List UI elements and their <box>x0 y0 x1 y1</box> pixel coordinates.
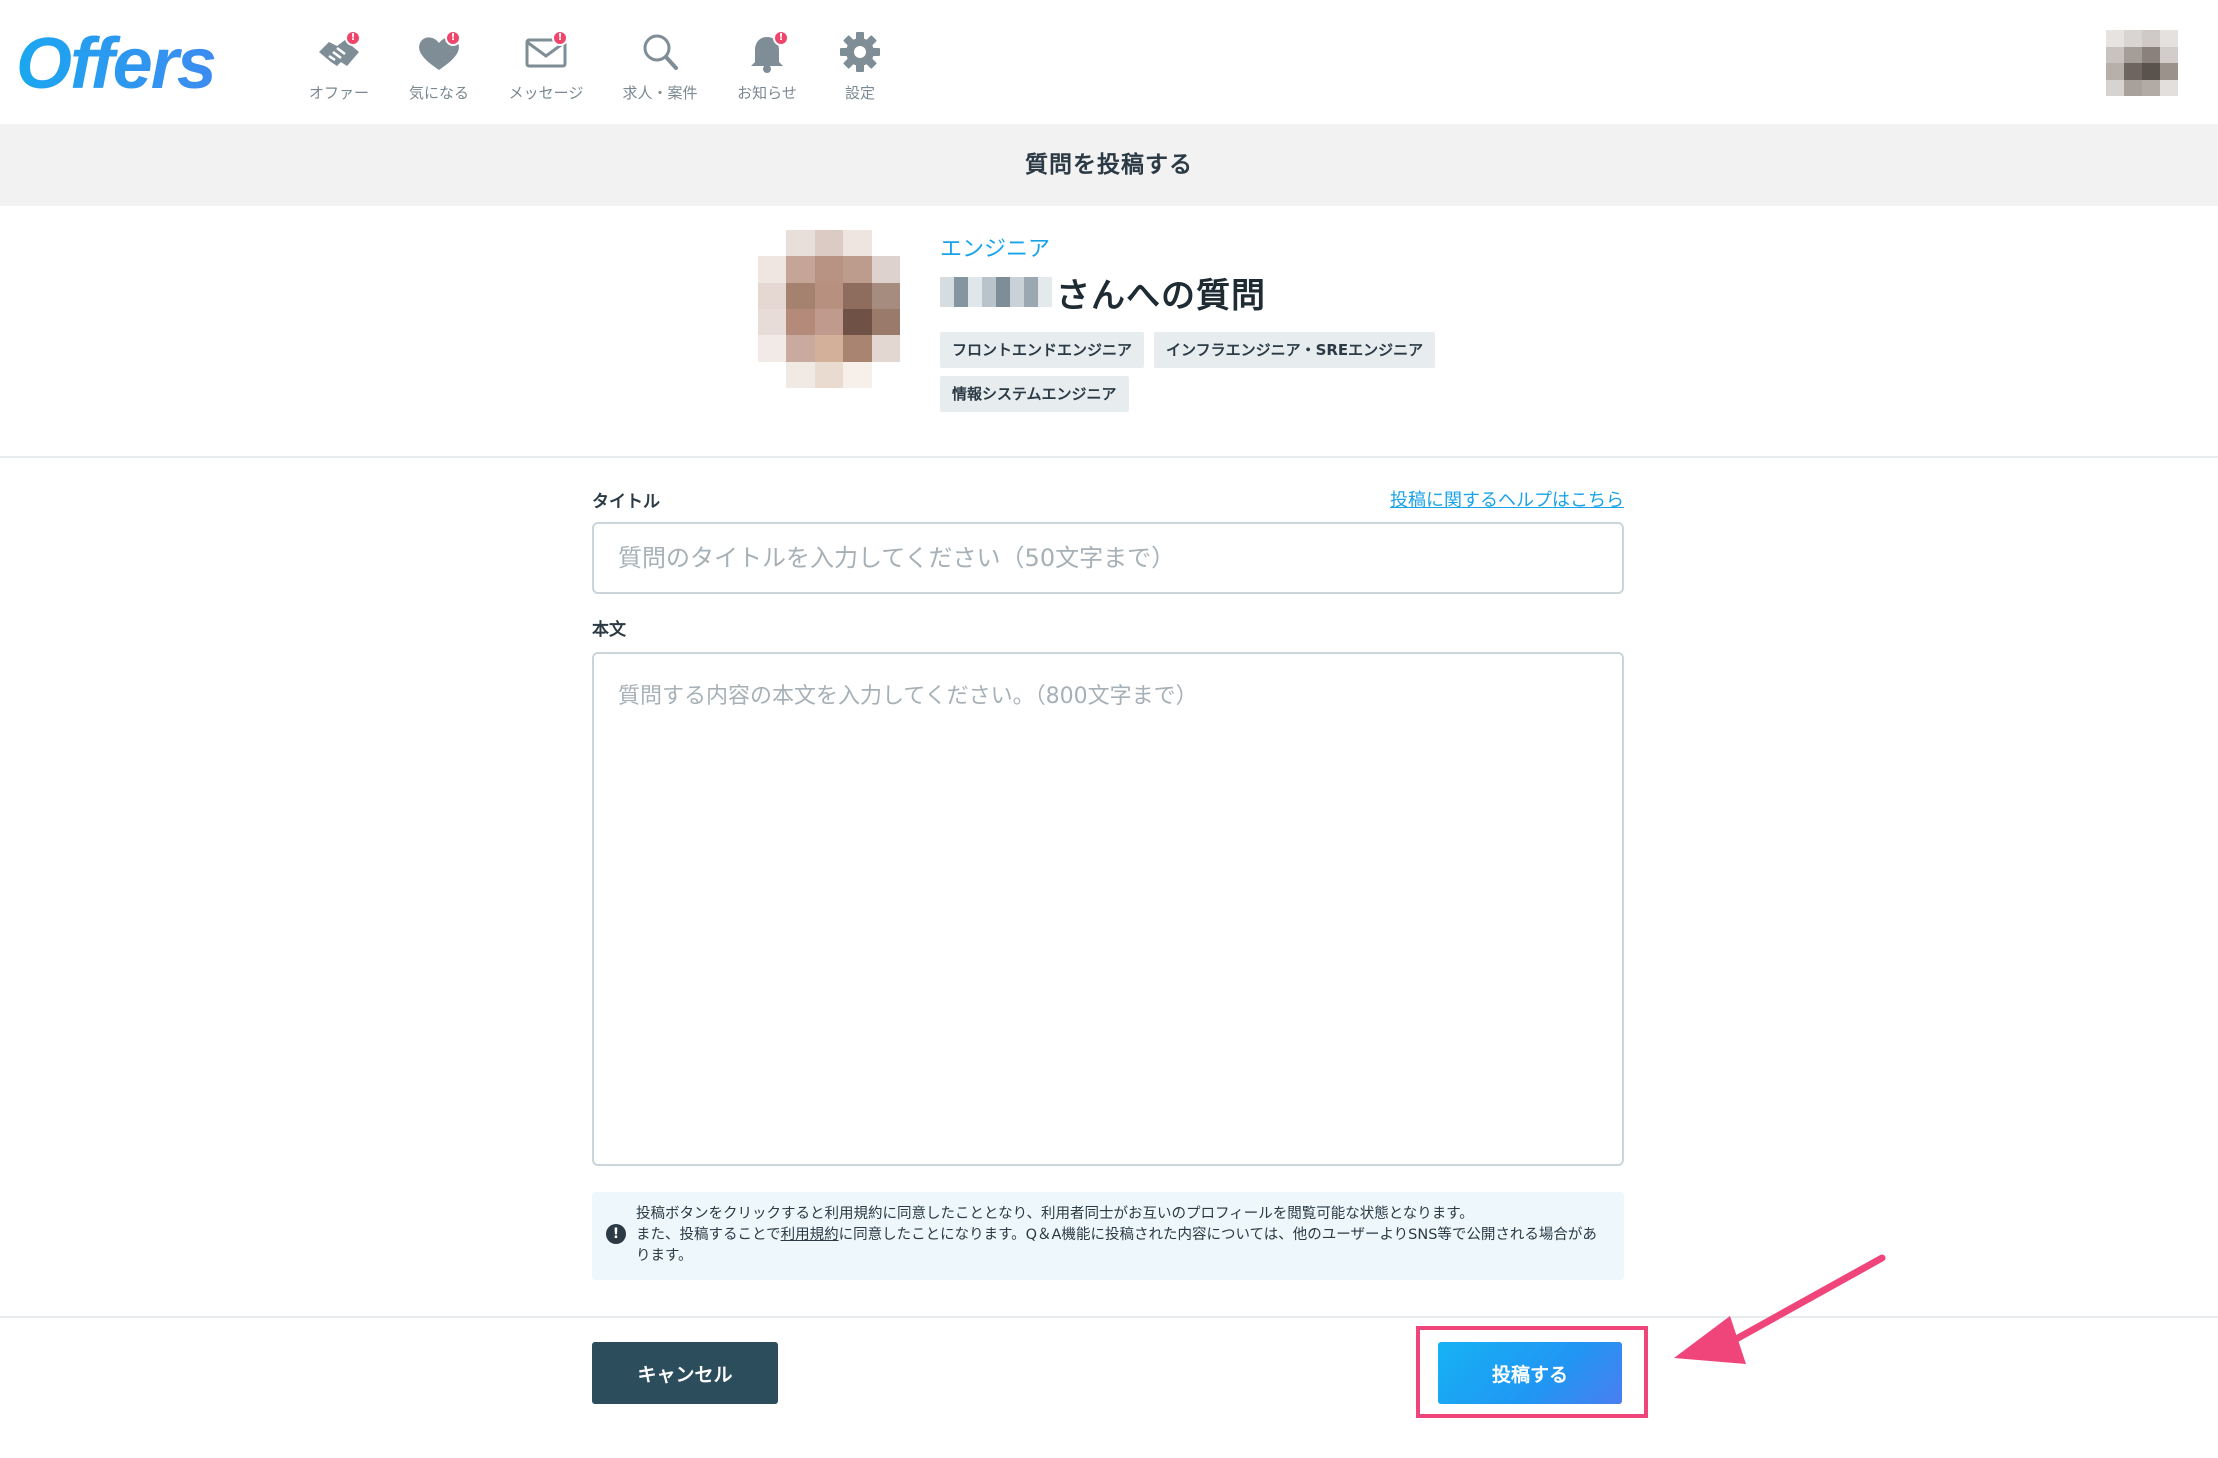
notice-line-2: また、投稿することで利用規約に同意したことになります。Q＆A機能に投稿された内容… <box>636 1225 1608 1267</box>
alert-icon: ! <box>606 1224 626 1244</box>
title-input[interactable] <box>592 522 1624 594</box>
body-textarea[interactable] <box>592 652 1624 1166</box>
profile-photo <box>758 230 900 388</box>
user-avatar[interactable] <box>2106 30 2178 96</box>
offers-logo[interactable]: Offers <box>16 24 217 104</box>
nav-label: 求人・案件 <box>622 84 698 102</box>
notifications-badge: ! <box>773 30 789 46</box>
terms-notice: ! 投稿ボタンをクリックすると利用規約に同意したこととなり、利用者同士がお互いの… <box>592 1192 1624 1280</box>
nav-label: 設定 <box>844 84 875 102</box>
profile-info: エンジニア さんへの質問 フロントエンドエンジニア インフラエンジニア・SREエ… <box>940 236 1460 412</box>
skill-tag: 情報システムエンジニア <box>940 376 1129 412</box>
notice-text: 投稿ボタンをクリックすると利用規約に同意したこととなり、利用者同士がお互いのプロ… <box>636 1204 1608 1267</box>
profile-role: エンジニア <box>940 237 1051 262</box>
page-title-bar: 質問を投稿する <box>0 124 2218 206</box>
nav-label: メッセージ <box>508 84 584 102</box>
cancel-button[interactable]: キャンセル <box>592 1342 778 1404</box>
top-header: Offers ! オファー ! 気になる ! メッセージ 求人・案件 ! お知ら… <box>0 0 2218 124</box>
messages-badge: ! <box>552 30 568 46</box>
favorites-badge: ! <box>445 30 461 46</box>
nav-item-settings[interactable]: 設定 <box>805 26 915 103</box>
notice-line-2-prefix: また、投稿することで <box>636 1227 781 1243</box>
pointer-arrow-icon <box>1674 1254 1886 1364</box>
terms-link[interactable]: 利用規約 <box>781 1227 839 1243</box>
nav-item-messages[interactable]: ! メッセージ <box>491 26 601 103</box>
nav-label: 気になる <box>408 84 469 102</box>
offers-badge: ! <box>345 30 361 46</box>
profile-name: さんへの質問 <box>940 268 1460 316</box>
nav-item-favorites[interactable]: ! 気になる <box>384 26 494 103</box>
skill-tag: フロントエンドエンジニア <box>940 332 1145 368</box>
skill-tag: インフラエンジニア・SREエンジニア <box>1154 332 1436 368</box>
target-profile: エンジニア さんへの質問 フロントエンドエンジニア インフラエンジニア・SREエ… <box>0 206 2218 458</box>
notice-line-1: 投稿ボタンをクリックすると利用規約に同意したこととなり、利用者同士がお互いのプロ… <box>636 1206 1474 1222</box>
nav-item-jobs[interactable]: 求人・案件 <box>605 26 715 103</box>
name-suffix: さんへの質問 <box>1056 275 1266 316</box>
page-title: 質問を投稿する <box>1025 152 1193 178</box>
submit-button[interactable]: 投稿する <box>1438 1342 1622 1404</box>
gear-icon <box>840 32 880 72</box>
help-link[interactable]: 投稿に関するヘルプはこちら <box>1390 486 1624 512</box>
title-label: タイトル <box>592 491 660 512</box>
nav-item-offers[interactable]: ! オファー <box>284 26 394 103</box>
nav-label: オファー <box>308 84 369 102</box>
question-form: タイトル 投稿に関するヘルプはこちら 本文 ! 投稿ボタンをクリックすると利用規… <box>592 484 1624 1280</box>
title-row: タイトル 投稿に関するヘルプはこちら <box>592 484 1624 514</box>
redacted-name <box>940 277 1052 307</box>
body-label: 本文 <box>592 620 626 640</box>
skill-tags: フロントエンドエンジニア インフラエンジニア・SREエンジニア 情報システムエン… <box>940 332 1460 412</box>
search-icon <box>643 34 678 70</box>
